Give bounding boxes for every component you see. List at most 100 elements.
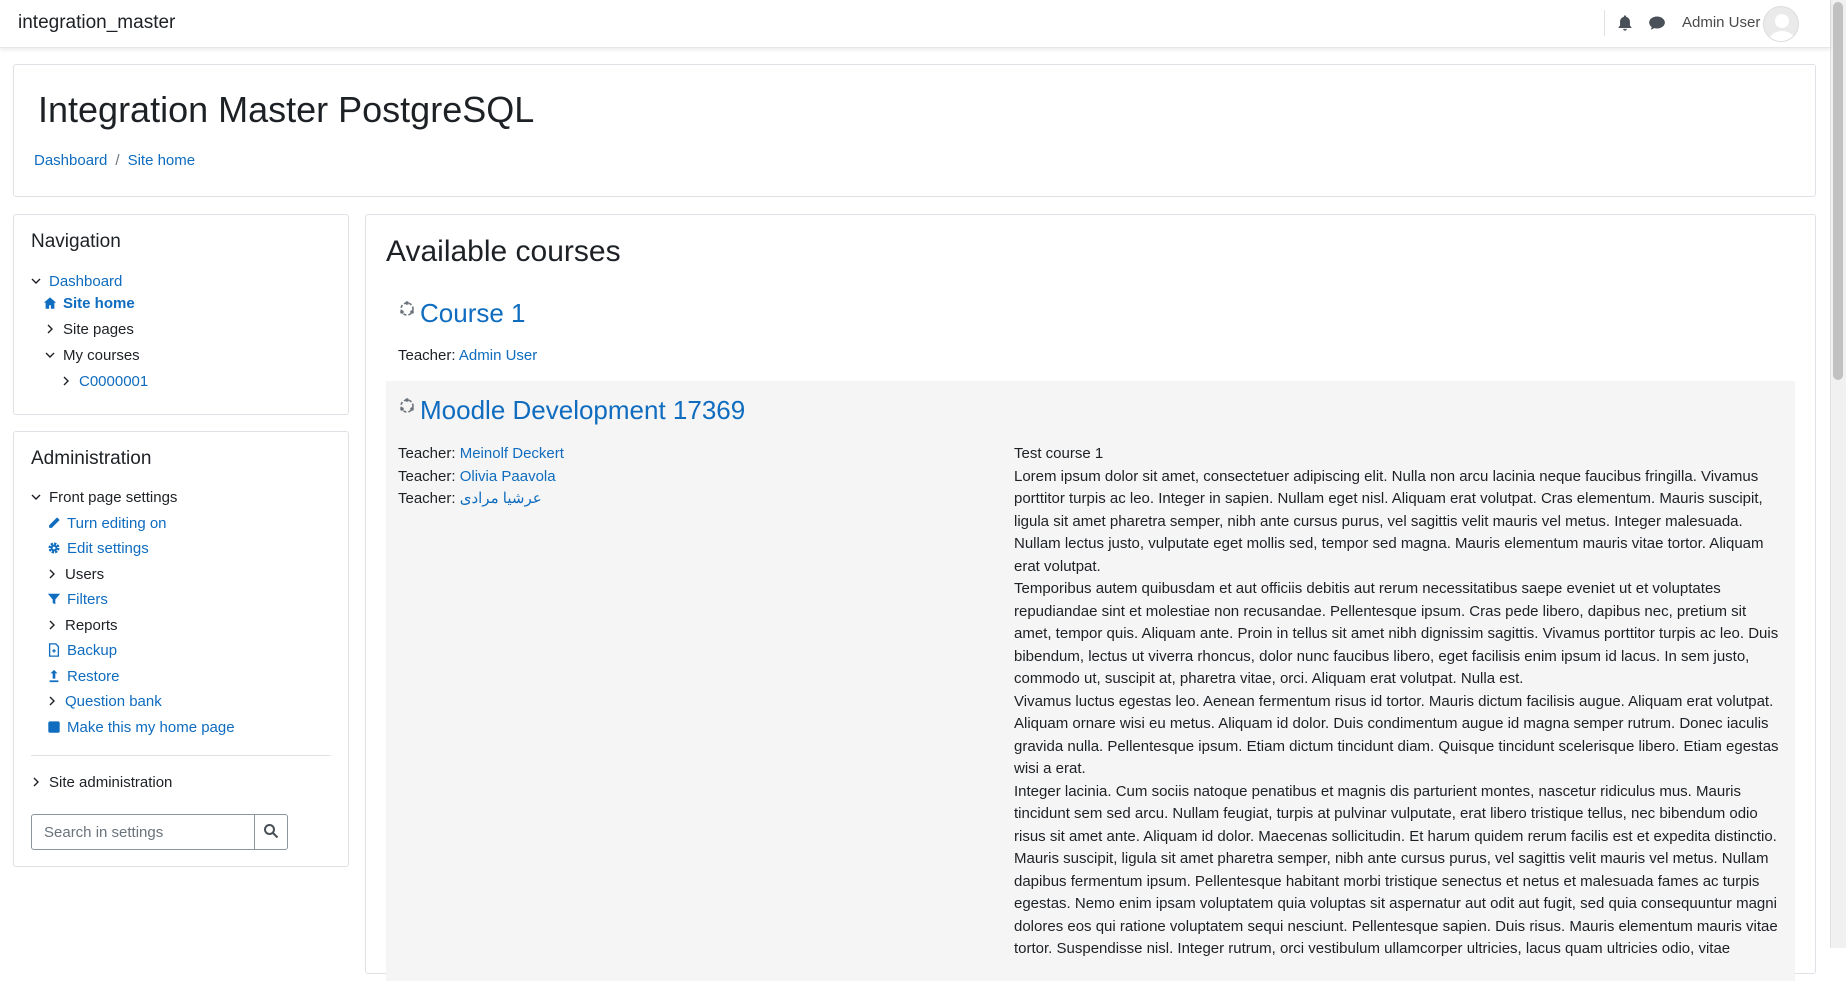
breadcrumb-dashboard[interactable]: Dashboard	[34, 152, 107, 169]
admin-item-users[interactable]: Users	[47, 564, 104, 586]
admin-item-label[interactable]: Restore	[67, 668, 120, 685]
admin-item-label[interactable]: Question bank	[65, 693, 162, 710]
teacher-label: Teacher:	[398, 467, 456, 485]
course-teachers: Teacher: Meinolf Deckert Teacher: Olivia…	[398, 443, 564, 511]
admin-item-edit-settings[interactable]: Edit settings	[47, 538, 149, 560]
home-icon	[43, 297, 57, 309]
course-icon	[400, 398, 414, 413]
user-menu-name[interactable]: Admin User	[1682, 14, 1760, 31]
nav-item-site-home[interactable]: Site home	[43, 293, 135, 315]
chevron-right-icon	[49, 696, 55, 706]
teacher-link[interactable]: عرشیا مرادی	[460, 490, 542, 507]
nav-item-label[interactable]: Site home	[63, 295, 135, 312]
teacher-row: Teacher: Olivia Paavola	[398, 466, 564, 489]
upload-arrow-icon	[49, 669, 59, 683]
admin-divider	[31, 755, 331, 756]
course-teachers: Teacher: Admin User	[398, 345, 537, 368]
teacher-row: Teacher: عرشیا مرادی	[398, 488, 564, 511]
teacher-link[interactable]: Olivia Paavola	[460, 468, 556, 485]
chevron-down-icon	[31, 278, 41, 284]
bell-icon[interactable]	[1616, 14, 1634, 32]
admin-item-label[interactable]: Filters	[67, 591, 108, 608]
navigation-block-title: Navigation	[31, 231, 121, 252]
admin-item-restore[interactable]: Restore	[47, 666, 120, 688]
navigation-block: Navigation Dashboard Site home Site page…	[13, 214, 349, 415]
chevron-right-icon	[49, 569, 55, 579]
page-header: Integration Master PostgreSQL Dashboard /…	[13, 64, 1816, 197]
chevron-right-icon	[49, 620, 55, 630]
admin-item-site-administration[interactable]: Site administration	[31, 772, 172, 794]
course-box: Course 1 Teacher: Admin User	[386, 283, 1795, 393]
admin-item-label: Front page settings	[49, 489, 178, 506]
teacher-label: Teacher:	[398, 490, 456, 507]
administration-block: Administration Front page settings Turn …	[13, 431, 349, 867]
nav-item-dashboard[interactable]: Dashboard	[31, 271, 122, 293]
summary-paragraph: Integer lacinia. Cum sociis natoque pena…	[1014, 782, 1778, 958]
admin-item-label[interactable]: Edit settings	[67, 540, 149, 557]
scrollbar-thumb[interactable]	[1833, 2, 1843, 380]
admin-item-backup[interactable]: Backup	[47, 640, 117, 662]
admin-item-reports[interactable]: Reports	[47, 615, 118, 637]
chevron-right-icon	[33, 777, 39, 787]
search-button[interactable]	[254, 814, 288, 850]
breadcrumb-separator: /	[115, 152, 120, 169]
admin-item-label: Reports	[65, 617, 118, 634]
breadcrumb: Dashboard / Site home	[34, 152, 195, 169]
teacher-label: Teacher:	[398, 445, 456, 462]
admin-item-question-bank[interactable]: Question bank	[47, 691, 162, 713]
teacher-row: Teacher: Admin User	[398, 345, 537, 368]
page-title: Integration Master PostgreSQL	[38, 89, 535, 130]
summary-paragraph: Vivamus luctus egestas leo. Aenean ferme…	[1014, 692, 1779, 778]
top-navbar: integration_master Admin User	[0, 0, 1830, 48]
chevron-down-icon	[31, 494, 41, 500]
admin-item-make-home-page[interactable]: Make this my home page	[47, 717, 235, 739]
teacher-row: Teacher: Meinolf Deckert	[398, 443, 564, 466]
site-brand[interactable]: integration_master	[18, 12, 175, 34]
nav-item-label[interactable]: Dashboard	[49, 273, 122, 290]
admin-item-turn-editing-on[interactable]: Turn editing on	[47, 513, 167, 535]
backup-file-icon	[48, 643, 60, 657]
chevron-right-icon	[47, 324, 53, 334]
nav-item-label[interactable]: C0000001	[79, 373, 148, 390]
admin-item-label: Site administration	[49, 774, 173, 791]
nav-item-site-pages[interactable]: Site pages	[45, 319, 134, 341]
course-title[interactable]: Moodle Development 17369	[398, 395, 745, 426]
page-scrollbar[interactable]	[1830, 0, 1846, 948]
teacher-link[interactable]: Meinolf Deckert	[460, 445, 564, 462]
summary-paragraph: Test course 1	[1014, 445, 1104, 462]
summary-paragraph: Temporibus autem quibusdam et aut offici…	[1014, 580, 1779, 687]
nav-item-label: Site pages	[63, 321, 134, 338]
chevron-right-icon	[63, 376, 69, 386]
navbar-divider	[1604, 10, 1605, 36]
teacher-label: Teacher:	[398, 347, 456, 364]
nav-item-course-c0000001[interactable]: C0000001	[61, 371, 148, 393]
admin-item-label[interactable]: Make this my home page	[67, 719, 235, 736]
nav-item-my-courses[interactable]: My courses	[45, 345, 140, 367]
settings-search	[31, 814, 289, 850]
admin-item-label: Users	[65, 566, 105, 583]
teacher-link[interactable]: Admin User	[459, 347, 537, 364]
avatar[interactable]	[1763, 6, 1799, 42]
search-icon	[264, 823, 279, 838]
chevron-down-icon	[45, 352, 55, 358]
course-box: Moodle Development 17369 Teacher: Meinol…	[386, 381, 1795, 981]
filter-icon	[47, 593, 61, 605]
summary-paragraph: Lorem ipsum dolor sit amet, consectetuer…	[1014, 467, 1764, 575]
admin-item-label[interactable]: Turn editing on	[67, 515, 167, 532]
course-icon	[400, 301, 414, 316]
search-input[interactable]	[31, 814, 255, 850]
main-region: Available courses Course 1 Teacher: Admi…	[365, 214, 1816, 981]
square-icon	[48, 721, 60, 733]
chat-icon[interactable]	[1648, 14, 1666, 32]
user-silhouette-icon	[1768, 14, 1796, 41]
course-link[interactable]: Moodle Development 17369	[420, 395, 745, 425]
course-title[interactable]: Course 1	[398, 298, 526, 329]
available-courses-heading: Available courses	[386, 235, 621, 268]
admin-item-front-page-settings[interactable]: Front page settings	[31, 487, 177, 509]
course-link[interactable]: Course 1	[420, 298, 526, 328]
gear-icon	[48, 542, 60, 554]
admin-item-filters[interactable]: Filters	[47, 589, 108, 611]
admin-item-label[interactable]: Backup	[67, 642, 117, 659]
nav-item-label: My courses	[63, 347, 140, 364]
breadcrumb-site-home[interactable]: Site home	[128, 152, 196, 169]
